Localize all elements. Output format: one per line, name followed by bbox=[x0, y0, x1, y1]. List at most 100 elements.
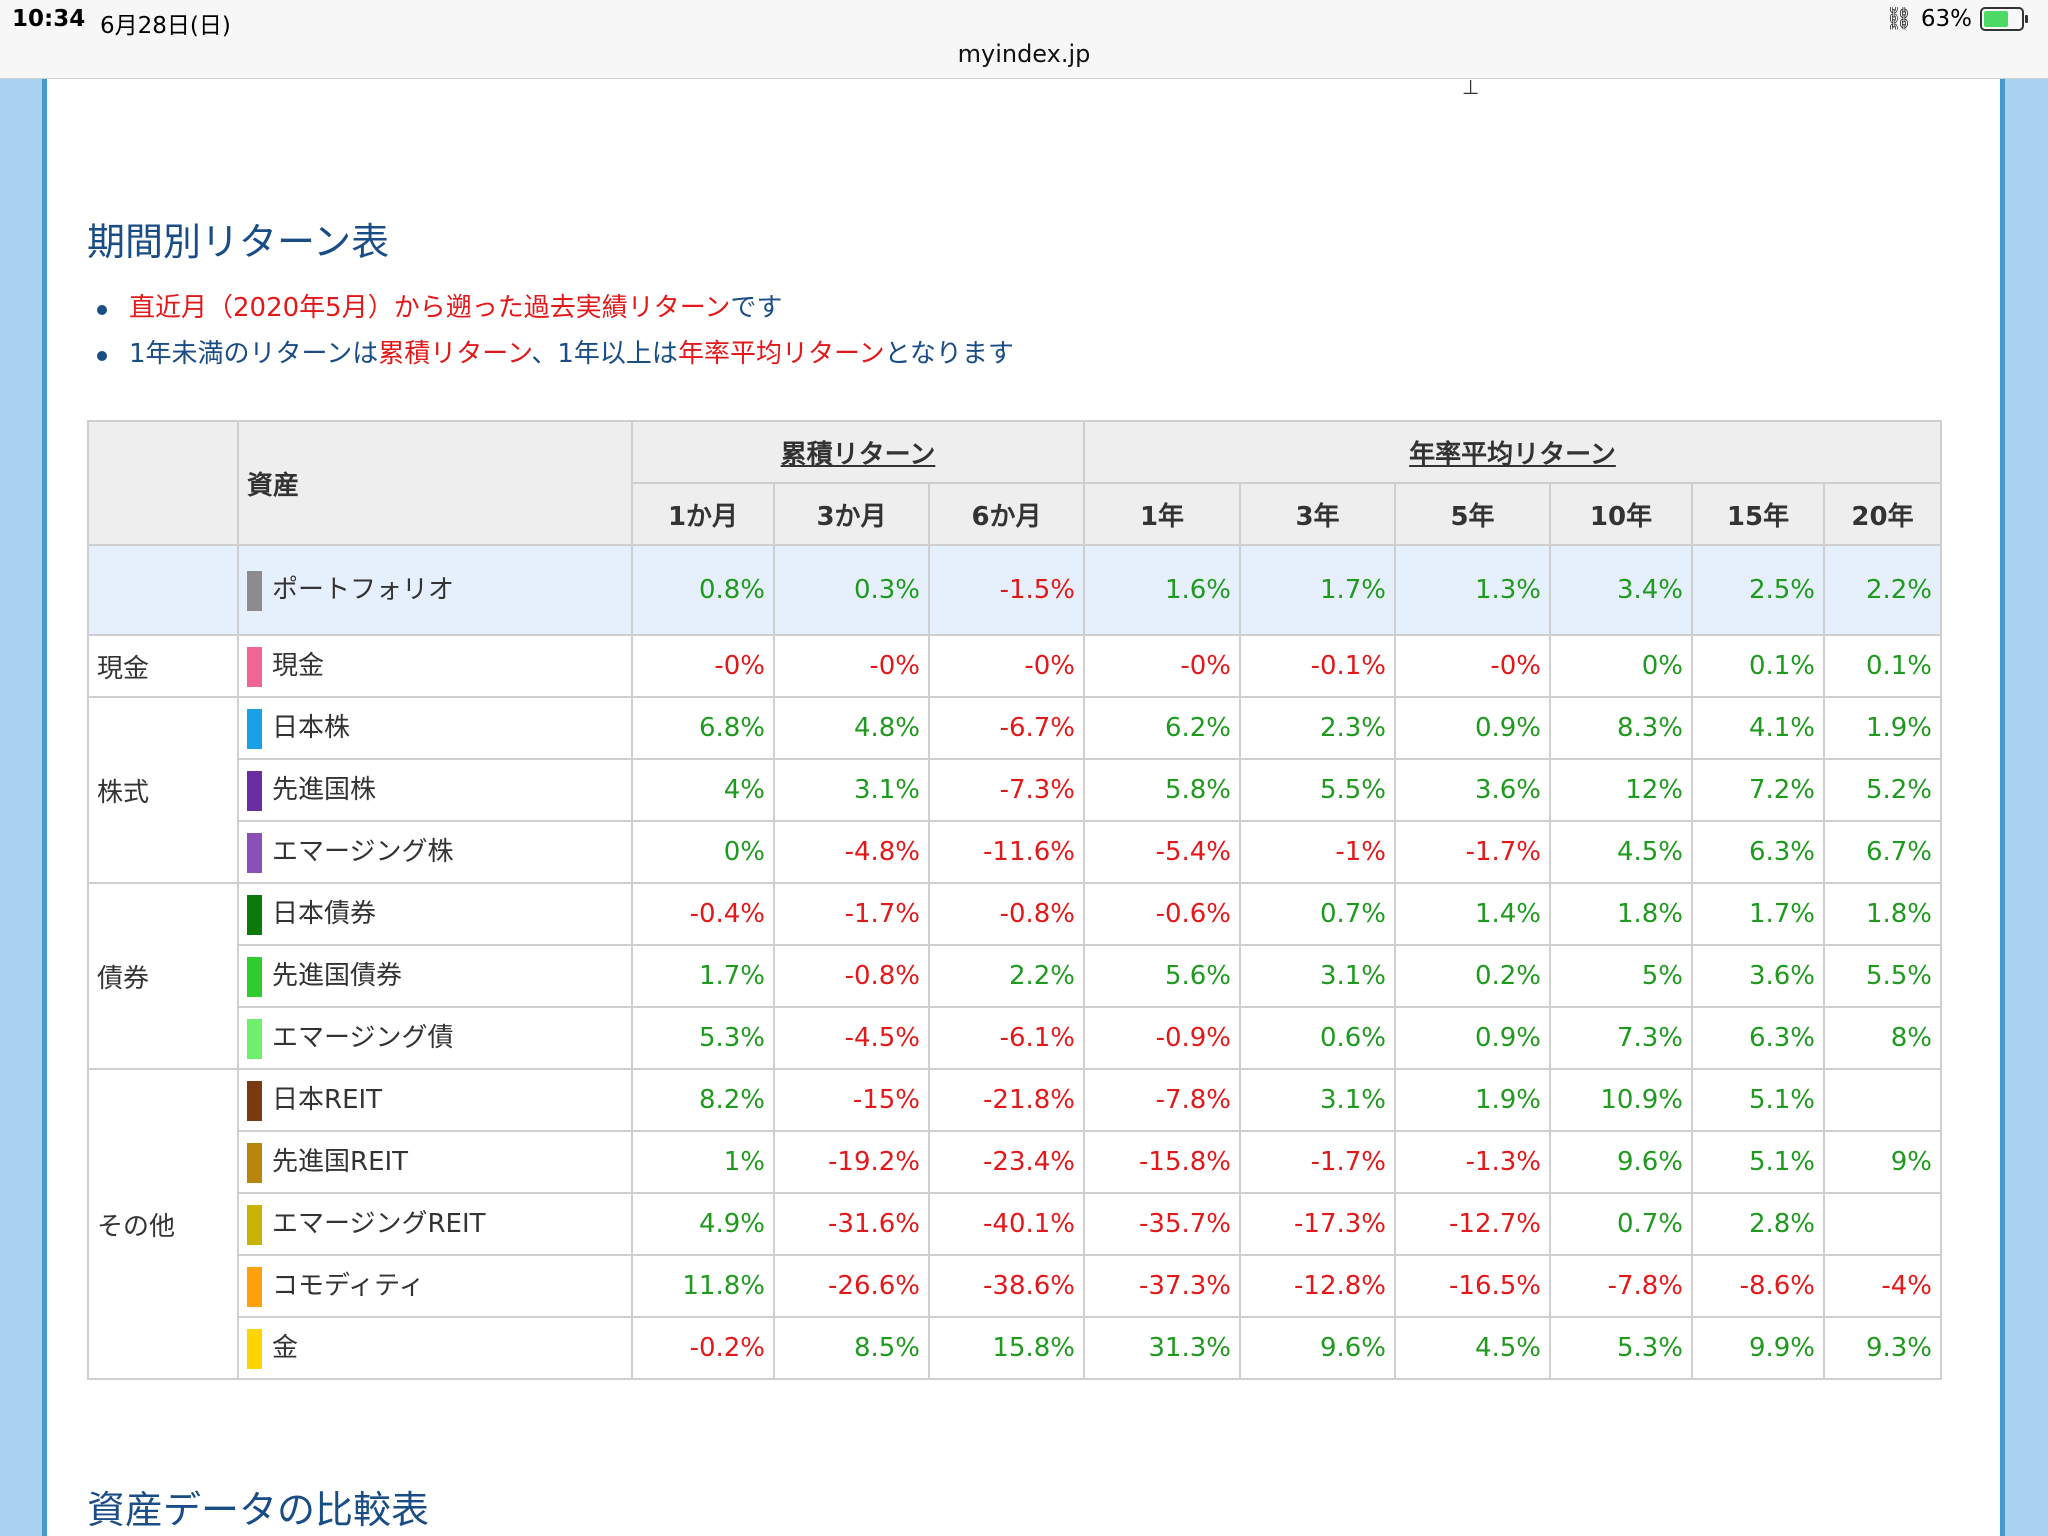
return-value-cell: 2.2% bbox=[928, 944, 1085, 1008]
asset-name: 先進国債券 bbox=[272, 961, 403, 992]
asset-name: 現金 bbox=[272, 651, 325, 682]
return-value-cell: 0.1% bbox=[1691, 634, 1825, 698]
url-bar[interactable]: myindex.jp bbox=[0, 40, 2048, 68]
asset-color-swatch bbox=[247, 1080, 262, 1121]
return-value-cell: 10.9% bbox=[1549, 1068, 1693, 1132]
return-value-cell: 6.7% bbox=[1823, 820, 1942, 884]
asset-cell: 日本REIT bbox=[237, 1068, 633, 1132]
asset-color-swatch bbox=[247, 570, 262, 611]
return-value-cell: -0.9% bbox=[1083, 1006, 1241, 1070]
return-value-cell: -21.8% bbox=[928, 1068, 1085, 1132]
table-row: エマージングREIT 4.9% -31.6% -40.1% -35.7% -17.3% -1… bbox=[88, 1192, 1942, 1256]
return-value-cell: 1.4% bbox=[1394, 882, 1551, 946]
asset-color-swatch bbox=[247, 770, 262, 811]
return-value-cell: -7.8% bbox=[1083, 1068, 1241, 1132]
return-value-cell: 5.5% bbox=[1239, 758, 1396, 822]
asset-cell: エマージング債 bbox=[237, 1006, 633, 1070]
asset-name: コモディティ bbox=[272, 1271, 425, 1302]
asset-color-swatch bbox=[247, 1018, 262, 1059]
status-indicators: ⛓ 63% bbox=[1884, 6, 2028, 32]
return-value-cell: -0% bbox=[1394, 634, 1551, 698]
asset-color-swatch bbox=[247, 646, 262, 687]
return-value-cell: -19.2% bbox=[773, 1130, 930, 1194]
note-highlight: 年率平均リターン bbox=[677, 339, 885, 369]
period-header: 10年 bbox=[1549, 482, 1693, 546]
return-value-cell: 4.1% bbox=[1691, 696, 1825, 760]
note-text: です bbox=[730, 293, 783, 323]
return-value-cell: 6.8% bbox=[631, 696, 775, 760]
battery-icon bbox=[1980, 7, 2028, 31]
return-value-cell: -5.4% bbox=[1083, 820, 1241, 884]
return-value-cell: 9.9% bbox=[1691, 1316, 1825, 1380]
return-value-cell: -1% bbox=[1239, 820, 1396, 884]
note-item: 直近月（2020年5月）から遡った過去実績リターンです bbox=[87, 285, 1014, 331]
return-value-cell: 5.6% bbox=[1083, 944, 1241, 1008]
return-value-cell: 9% bbox=[1823, 1130, 1942, 1194]
asset-color-swatch bbox=[247, 894, 262, 935]
return-value-cell: 9.3% bbox=[1823, 1316, 1942, 1380]
return-value-cell: 8.3% bbox=[1549, 696, 1693, 760]
asset-color-swatch bbox=[247, 1266, 262, 1307]
return-value-cell: 1.9% bbox=[1823, 696, 1942, 760]
asset-name: ポートフォリオ bbox=[272, 575, 455, 606]
return-value-cell: 0.7% bbox=[1239, 882, 1396, 946]
asset-color-swatch bbox=[247, 1142, 262, 1183]
asset-name: エマージング株 bbox=[272, 837, 454, 868]
return-value-cell bbox=[1823, 1192, 1942, 1256]
return-value-cell: 3.1% bbox=[1239, 1068, 1396, 1132]
asset-name: 日本株 bbox=[272, 713, 351, 744]
return-value-cell: 3.1% bbox=[1239, 944, 1396, 1008]
note-text: 、1年以上は bbox=[531, 339, 678, 369]
table-row: その他 日本REIT 8.2% -15% -21.8% -7.8% 3.1% 1.9% 10.9… bbox=[87, 1068, 1942, 1380]
return-value-cell: -16.5% bbox=[1394, 1254, 1551, 1318]
return-value-cell: -31.6% bbox=[773, 1192, 930, 1256]
return-value-cell: 5.3% bbox=[631, 1006, 775, 1070]
return-value-cell: -4.8% bbox=[773, 820, 930, 884]
asset-cell: ポートフォリオ bbox=[237, 544, 633, 636]
annualized-return-header[interactable]: 年率平均リターン bbox=[1083, 420, 1942, 484]
return-value-cell: -17.3% bbox=[1239, 1192, 1396, 1256]
note-item: 1年未満のリターンは累積リターン、1年以上は年率平均リターンとなります bbox=[87, 331, 1014, 377]
return-value-cell: 9.6% bbox=[1549, 1130, 1693, 1194]
return-value-cell: -0.1% bbox=[1239, 634, 1396, 698]
page-content[interactable]: ⊥ 期間別リターン表 直近月（2020年5月）から遡った過去実績リターンです 1… bbox=[42, 75, 2005, 1536]
return-value-cell: 1.7% bbox=[1239, 544, 1396, 636]
table-row: 金 -0.2% 8.5% 15.8% 31.3% 9.6% 4.5% 5.3% 9.9% 9.3% bbox=[88, 1316, 1942, 1380]
return-value-cell: -35.7% bbox=[1083, 1192, 1241, 1256]
return-value-cell: 2.3% bbox=[1239, 696, 1396, 760]
return-value-cell: 1.9% bbox=[1394, 1068, 1551, 1132]
return-value-cell: 1.6% bbox=[1083, 544, 1241, 636]
return-value-cell: -15% bbox=[773, 1068, 930, 1132]
asset-name: 日本REIT bbox=[272, 1085, 383, 1116]
period-header: 1年 bbox=[1083, 482, 1241, 546]
return-value-cell: 3.4% bbox=[1549, 544, 1693, 636]
text-cursor-icon: ⊥ bbox=[1462, 75, 1480, 99]
period-header: 3か月 bbox=[773, 482, 930, 546]
category-cell: 株式 bbox=[87, 696, 239, 884]
return-value-cell: -0% bbox=[928, 634, 1085, 698]
asset-cell: エマージング株 bbox=[237, 820, 633, 884]
return-value-cell: 0.2% bbox=[1394, 944, 1551, 1008]
return-value-cell: 8.5% bbox=[773, 1316, 930, 1380]
cumulative-return-header[interactable]: 累積リターン bbox=[631, 420, 1085, 484]
return-value-cell: -40.1% bbox=[928, 1192, 1085, 1256]
asset-name: エマージング債 bbox=[272, 1023, 454, 1054]
return-value-cell: 5.1% bbox=[1691, 1130, 1825, 1194]
return-value-cell: -8.6% bbox=[1691, 1254, 1825, 1318]
return-value-cell: -11.6% bbox=[928, 820, 1085, 884]
table-row: コモディティ 11.8% -26.6% -38.6% -37.3% -12.8% -16.5… bbox=[88, 1254, 1942, 1318]
hotspot-link-icon: ⛓ bbox=[1884, 6, 1913, 32]
return-value-cell: -23.4% bbox=[928, 1130, 1085, 1194]
return-value-cell: 0.3% bbox=[773, 544, 930, 636]
return-value-cell: 2.2% bbox=[1823, 544, 1942, 636]
category-cell: 現金 bbox=[87, 634, 239, 698]
return-value-cell: -0% bbox=[631, 634, 775, 698]
return-value-cell: 6.3% bbox=[1691, 820, 1825, 884]
return-value-cell: 0% bbox=[631, 820, 775, 884]
return-value-cell: 5.1% bbox=[1691, 1068, 1825, 1132]
return-value-cell: 2.5% bbox=[1691, 544, 1825, 636]
return-value-cell: 11.8% bbox=[631, 1254, 775, 1318]
return-value-cell: 0.9% bbox=[1394, 696, 1551, 760]
return-value-cell: -1.3% bbox=[1394, 1130, 1551, 1194]
asset-cell: 先進国REIT bbox=[237, 1130, 633, 1194]
